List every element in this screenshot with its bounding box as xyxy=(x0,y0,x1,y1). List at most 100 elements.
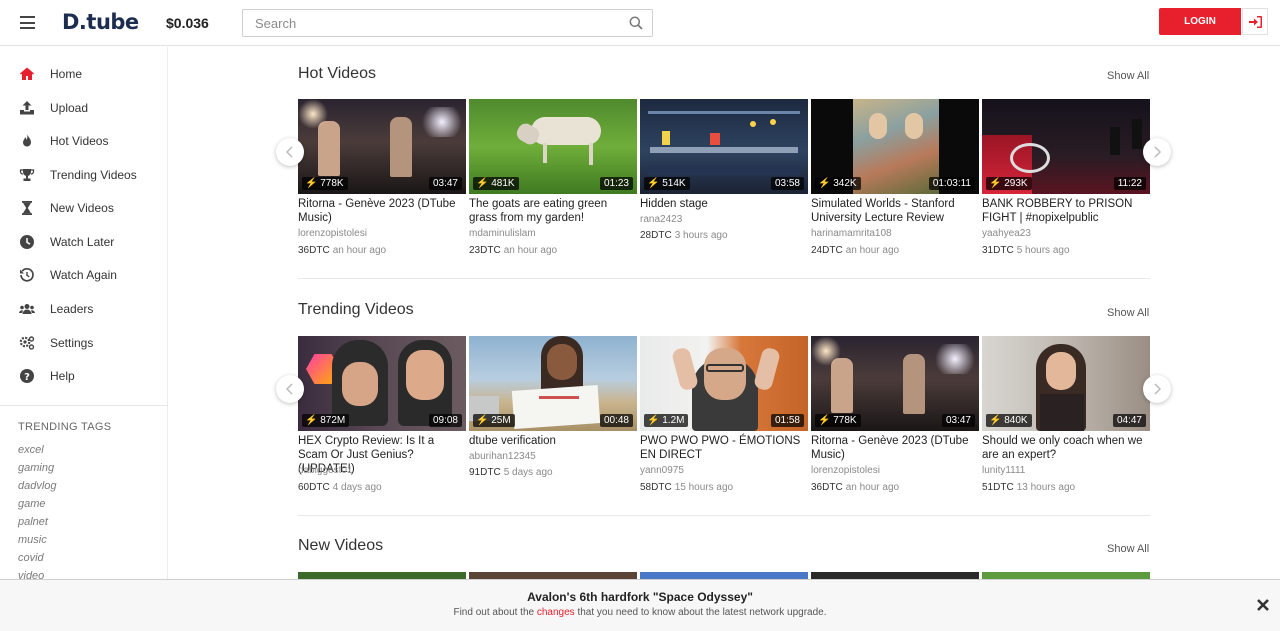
sidebar-item-new-videos[interactable]: New Videos xyxy=(0,193,168,223)
sidebar-item-label: Hot Videos xyxy=(50,134,109,148)
chevron-right-icon xyxy=(1154,383,1162,395)
sidebar-divider xyxy=(0,405,168,406)
view-count-badge: ⚡ 1.2M xyxy=(644,414,689,427)
dtube-logo[interactable]: D.tube xyxy=(62,10,139,34)
video-thumbnail[interactable]: ⚡ 25M 00:48 xyxy=(469,336,637,431)
video-author[interactable]: dabiggest01 xyxy=(298,465,353,476)
tag-link[interactable]: game xyxy=(18,498,46,510)
time-ago: 4 days ago xyxy=(332,482,382,493)
time-ago: 3 hours ago xyxy=(674,230,728,241)
dtc-value: 28DTC xyxy=(640,230,672,241)
carousel-next-button[interactable] xyxy=(1143,138,1171,166)
view-count-badge: ⚡ 840K xyxy=(986,414,1032,427)
video-title[interactable]: Should we only coach when we are an expe… xyxy=(982,434,1150,462)
carousel-prev-button[interactable] xyxy=(276,138,304,166)
menu-icon[interactable] xyxy=(20,16,35,29)
gear-icon xyxy=(19,336,35,350)
video-title[interactable]: Hidden stage xyxy=(640,197,808,211)
video-title[interactable]: Simulated Worlds - Stanford University L… xyxy=(811,197,979,225)
video-author[interactable]: aburihan12345 xyxy=(469,451,536,462)
video-author[interactable]: lunity1111 xyxy=(982,465,1025,476)
video-meta: 24DTC an hour ago xyxy=(811,245,899,256)
video-card[interactable]: ⚡ 481K 01:23 The goats are eating green … xyxy=(469,99,637,261)
help-icon: ? xyxy=(20,369,34,383)
show-all-hot-link[interactable]: Show All xyxy=(1107,70,1149,82)
video-thumbnail[interactable]: ⚡ 840K 04:47 xyxy=(982,336,1150,431)
video-card[interactable]: ⚡ 1.2M 01:58 PWO PWO PWO - ÉMOTIONS EN D… xyxy=(640,336,808,498)
sidebar-item-label: Home xyxy=(50,67,83,81)
login-button[interactable]: LOGIN xyxy=(1159,8,1241,35)
sidebar-item-watch-again[interactable]: Watch Again xyxy=(0,260,168,290)
video-author[interactable]: rana2423 xyxy=(640,214,682,225)
video-card[interactable]: ⚡ 840K 04:47 Should we only coach when w… xyxy=(982,336,1150,498)
video-author[interactable]: mdaminulislam xyxy=(469,228,536,239)
video-thumbnail[interactable]: ⚡ 1.2M 01:58 xyxy=(640,336,808,431)
video-title[interactable]: Ritorna - Genève 2023 (DTube Music) xyxy=(811,434,979,462)
video-card[interactable]: ⚡ 293K 11:22 BANK ROBBERY to PRISON FIGH… xyxy=(982,99,1150,261)
video-card[interactable]: ⚡ 778K 03:47 Ritorna - Genève 2023 (DTub… xyxy=(811,336,979,498)
sidebar-item-leaders[interactable]: Leaders xyxy=(0,294,168,324)
video-thumbnail[interactable]: ⚡ 778K 03:47 xyxy=(811,336,979,431)
video-author[interactable]: lorenzopistolesi xyxy=(298,228,367,239)
video-author[interactable]: lorenzopistolesi xyxy=(811,465,880,476)
tag-link[interactable]: gaming xyxy=(18,462,54,474)
sidebar: Home Upload Hot Videos Trending Videos N… xyxy=(0,47,168,631)
sidebar-item-settings[interactable]: Settings xyxy=(0,328,168,358)
sidebar-item-upload[interactable]: Upload xyxy=(0,93,168,123)
duration-badge: 04:47 xyxy=(1112,414,1146,427)
video-title[interactable]: PWO PWO PWO - ÉMOTIONS EN DIRECT xyxy=(640,434,808,462)
close-icon[interactable] xyxy=(1256,598,1270,612)
carousel-prev-button[interactable] xyxy=(276,375,304,403)
search-input[interactable] xyxy=(243,10,613,36)
tag-link[interactable]: covid xyxy=(18,552,44,564)
duration-badge: 01:23 xyxy=(599,177,633,190)
tag-link[interactable]: excel xyxy=(18,444,44,456)
duration-badge: 01:58 xyxy=(770,414,804,427)
view-count-badge: ⚡ 514K xyxy=(644,177,690,190)
video-title[interactable]: dtube verification xyxy=(469,434,637,448)
dtc-value: 24DTC xyxy=(811,245,843,256)
video-card[interactable]: ⚡ 25M 00:48 dtube verification aburihan1… xyxy=(469,336,637,498)
video-title[interactable]: BANK ROBBERY to PRISON FIGHT | #nopixelp… xyxy=(982,197,1150,225)
video-meta: 51DTC 13 hours ago xyxy=(982,482,1075,493)
time-ago: 15 hours ago xyxy=(674,482,734,493)
sidebar-item-home[interactable]: Home xyxy=(0,59,168,89)
video-meta: 36DTC an hour ago xyxy=(811,482,899,493)
video-thumbnail[interactable]: ⚡ 293K 11:22 xyxy=(982,99,1150,194)
video-author[interactable]: yaahyea23 xyxy=(982,228,1031,239)
video-thumbnail[interactable]: ⚡ 872M 09:08 xyxy=(298,336,466,431)
show-all-new-link[interactable]: Show All xyxy=(1107,543,1149,555)
section-title-hot-videos: Hot Videos xyxy=(298,65,376,82)
carousel-next-button[interactable] xyxy=(1143,375,1171,403)
video-author[interactable]: yann0975 xyxy=(640,465,684,476)
tag-link[interactable]: music xyxy=(18,534,47,546)
video-thumbnail[interactable]: ⚡ 514K 03:58 xyxy=(640,99,808,194)
sidebar-item-watch-later[interactable]: Watch Later xyxy=(0,227,168,257)
duration-badge: 09:08 xyxy=(428,414,462,427)
video-title[interactable]: Ritorna - Genève 2023 (DTube Music) xyxy=(298,197,466,225)
video-thumbnail[interactable]: ⚡ 342K 01:03:11 xyxy=(811,99,979,194)
video-card[interactable]: ⚡ 778K 03:47 Ritorna - Genève 2023 (DTub… xyxy=(298,99,466,261)
changes-link[interactable]: changes xyxy=(537,607,575,618)
sidebar-item-trending-videos[interactable]: Trending Videos xyxy=(0,160,168,190)
tag-link[interactable]: dadvlog xyxy=(18,480,57,492)
sidebar-item-label: Leaders xyxy=(50,302,94,316)
section-title-new-videos: New Videos xyxy=(298,537,384,554)
tag-link[interactable]: palnet xyxy=(18,516,48,528)
video-thumbnail[interactable]: ⚡ 481K 01:23 xyxy=(469,99,637,194)
video-card[interactable]: ⚡ 872M 09:08 HEX Crypto Review: Is It a … xyxy=(298,336,466,498)
video-thumbnail[interactable]: ⚡ 778K 03:47 xyxy=(298,99,466,194)
sign-in-icon xyxy=(1249,16,1262,28)
show-all-trending-link[interactable]: Show All xyxy=(1107,307,1149,319)
video-title[interactable]: The goats are eating green grass from my… xyxy=(469,197,637,225)
sidebar-item-hot-videos[interactable]: Hot Videos xyxy=(0,126,168,156)
time-ago: an hour ago xyxy=(845,245,900,256)
video-card[interactable]: ⚡ 514K 03:58 Hidden stage rana2423 28DTC… xyxy=(640,99,808,261)
sidebar-item-label: Trending Videos xyxy=(50,168,137,182)
video-author[interactable]: harinamamrita108 xyxy=(811,228,892,239)
sidebar-item-help[interactable]: ? Help xyxy=(0,361,168,391)
video-card[interactable]: ⚡ 342K 01:03:11 Simulated Worlds - Stanf… xyxy=(811,99,979,261)
sign-in-button[interactable] xyxy=(1242,8,1268,35)
search-icon[interactable] xyxy=(629,16,643,30)
duration-badge: 03:47 xyxy=(941,414,975,427)
